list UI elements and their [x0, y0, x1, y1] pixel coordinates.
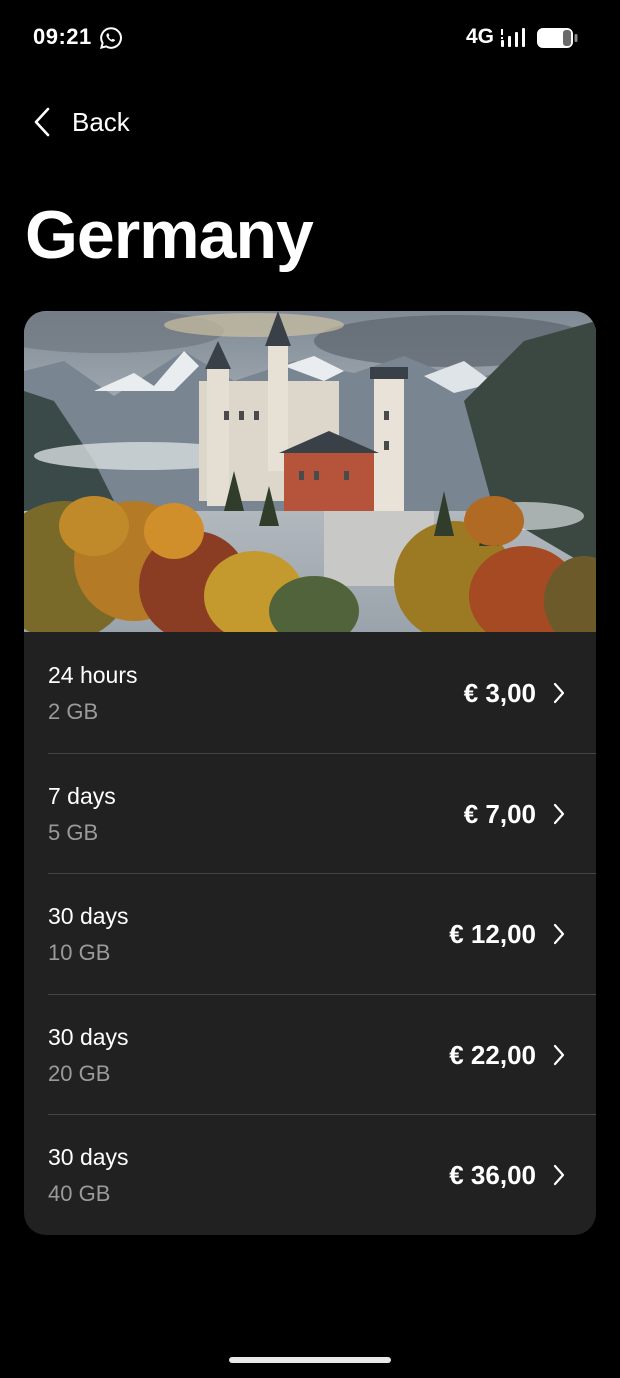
plan-price: € 22,00: [449, 1039, 536, 1070]
status-time: 09:21: [33, 24, 92, 49]
country-card: 24 hours 2 GB € 3,00 7 days 5 GB € 7,00 …: [24, 311, 596, 1235]
castle-illustration: [24, 311, 596, 632]
plan-price: € 12,00: [449, 919, 536, 949]
plan-price: € 7,00: [463, 798, 536, 829]
signal-icon: [501, 28, 525, 47]
chevron-right-icon: [553, 803, 565, 824]
status-bar: 09:21 4G: [0, 0, 620, 76]
plan-list: 24 hours 2 GB € 3,00 7 days 5 GB € 7,00 …: [24, 632, 596, 1235]
plan-data-amount: 40 GB: [48, 1181, 111, 1206]
plan-duration: 30 days: [48, 1144, 129, 1170]
plan-row[interactable]: 30 days 20 GB € 22,00: [24, 993, 596, 1115]
chevron-left-icon: [34, 107, 50, 137]
plan-duration: 30 days: [48, 1023, 129, 1050]
plan-data-amount: 5 GB: [48, 819, 99, 845]
home-indicator[interactable]: [229, 1357, 391, 1363]
chevron-right-icon: [553, 682, 565, 704]
plan-duration: 30 days: [48, 903, 129, 929]
plan-data-amount: 10 GB: [48, 940, 111, 965]
hero-image: [24, 311, 596, 632]
plan-price: € 36,00: [449, 1160, 536, 1190]
plan-row[interactable]: 24 hours 2 GB € 3,00: [24, 632, 596, 753]
chevron-right-icon: [553, 1164, 565, 1186]
plan-price: € 3,00: [463, 678, 536, 708]
battery-icon: [537, 28, 578, 48]
plan-duration: 7 days: [48, 782, 116, 809]
plan-row[interactable]: 30 days 10 GB € 12,00: [24, 873, 596, 994]
page-title: Germany: [25, 197, 314, 273]
back-button[interactable]: Back: [30, 100, 130, 144]
chevron-right-icon: [553, 923, 565, 945]
plan-duration: 24 hours: [48, 662, 138, 688]
network-type: 4G: [466, 25, 495, 48]
plan-row[interactable]: 7 days 5 GB € 7,00: [24, 752, 596, 874]
back-label: Back: [72, 106, 130, 137]
chevron-right-icon: [553, 1044, 565, 1065]
whatsapp-icon: [100, 27, 122, 49]
plan-data-amount: 2 GB: [48, 699, 99, 724]
plan-row[interactable]: 30 days 40 GB € 36,00: [24, 1114, 596, 1235]
plan-data-amount: 20 GB: [48, 1060, 111, 1086]
screen: 09:21 4G Back Germany 24 hours 2 GB € 3,…: [0, 0, 620, 1378]
